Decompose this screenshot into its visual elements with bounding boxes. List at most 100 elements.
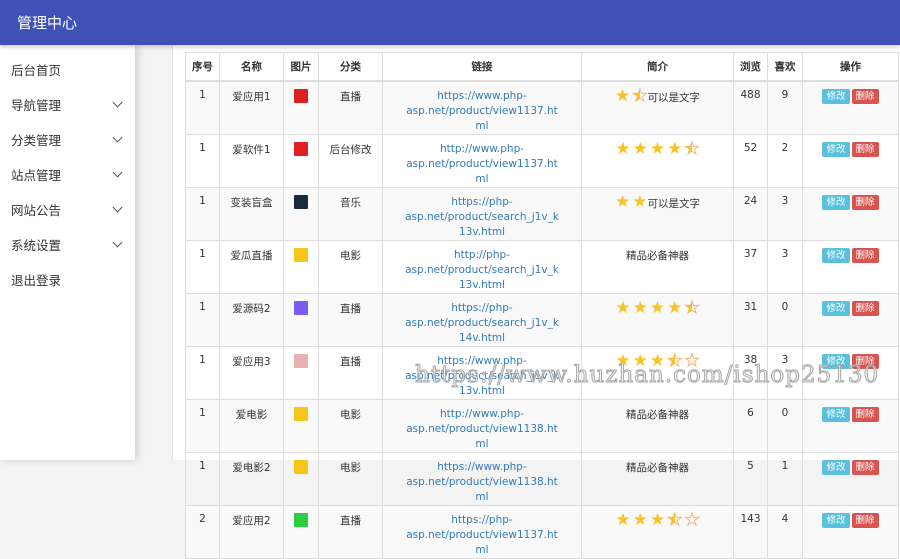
row-actions: 修改 删除 bbox=[802, 186, 899, 241]
star-icon: ★ bbox=[632, 138, 648, 159]
row-link[interactable]: https://www.php-asp.net/product/view1137… bbox=[402, 89, 562, 134]
star-icon: ★ bbox=[649, 509, 666, 530]
delete-button[interactable]: 删除 bbox=[851, 300, 879, 316]
star-icon: ★ bbox=[615, 509, 631, 530]
sidebar-item-4[interactable]: 网站公告 bbox=[0, 192, 135, 227]
row-views: 37 bbox=[733, 239, 768, 294]
sidebar-item-2[interactable]: 分类管理 bbox=[0, 122, 135, 157]
row-picture-cell bbox=[283, 398, 319, 453]
row-link[interactable]: http://www.php-asp.net/product/view1137.… bbox=[402, 142, 562, 187]
star-icon: ★ bbox=[684, 299, 700, 317]
row-views: 143 bbox=[733, 504, 768, 559]
star-icon: ★ bbox=[615, 85, 631, 106]
sidebar-item-6[interactable]: 退出登录 bbox=[0, 262, 135, 297]
edit-button[interactable]: 修改 bbox=[822, 247, 850, 263]
table-row: 1 爱瓜直播 电影 http://php-asp.net/product/sea… bbox=[185, 239, 899, 294]
row-intro-cell: ★★可以是文字 bbox=[581, 186, 734, 241]
table-row: 1 变装盲盒 音乐 https://php-asp.net/product/se… bbox=[185, 186, 899, 241]
edit-button[interactable]: 修改 bbox=[822, 353, 850, 369]
star-icon: ★ bbox=[667, 352, 683, 370]
sidebar-item-label: 退出登录 bbox=[11, 273, 62, 288]
sidebar-item-label: 导航管理 bbox=[11, 98, 62, 113]
column-header: 操作 bbox=[802, 52, 899, 82]
row-picture-cell bbox=[283, 504, 319, 559]
star-icon: ★ bbox=[632, 87, 648, 105]
chevron-down-icon bbox=[112, 202, 123, 213]
row-views: 6 bbox=[733, 398, 768, 453]
delete-button[interactable]: 删除 bbox=[851, 512, 879, 528]
row-picture-cell bbox=[283, 186, 319, 241]
column-header: 链接 bbox=[382, 52, 582, 82]
row-picture-cell bbox=[283, 80, 319, 135]
row-picture-cell bbox=[283, 345, 319, 400]
column-header: 简介 bbox=[581, 52, 734, 82]
star-icon: ★ bbox=[684, 350, 700, 371]
column-header: 图片 bbox=[283, 52, 319, 82]
sidebar-item-5[interactable]: 系统设置 bbox=[0, 227, 135, 262]
app-thumbnail-icon bbox=[294, 300, 308, 315]
row-link-cell: https://php-asp.net/product/search_j1v_k… bbox=[382, 186, 582, 241]
row-name: 爱瓜直播 bbox=[219, 239, 284, 294]
row-views: 38 bbox=[733, 345, 768, 400]
row-link[interactable]: https://php-asp.net/product/search_j1v_k… bbox=[402, 301, 562, 346]
edit-button[interactable]: 修改 bbox=[822, 406, 850, 422]
delete-button[interactable]: 删除 bbox=[851, 353, 879, 369]
rating-stars: ★ ★ ★ ★ ★ bbox=[615, 350, 700, 371]
top-header: 管理中心 bbox=[0, 0, 900, 45]
table-row: 1 爱应用1 直播 https://www.php-asp.net/produc… bbox=[185, 80, 899, 135]
row-link[interactable]: https://php-asp.net/product/view1137.htm… bbox=[402, 513, 562, 558]
row-link-cell: http://www.php-asp.net/product/view1138.… bbox=[382, 398, 582, 453]
table-row: 1 爱电影 电影 http://www.php-asp.net/product/… bbox=[185, 398, 899, 453]
row-intro-cell: ★ ★ ★ ★ ★ bbox=[581, 133, 734, 188]
column-header: 分类 bbox=[318, 52, 383, 82]
row-category: 直播 bbox=[318, 80, 383, 135]
row-views: 24 bbox=[733, 186, 768, 241]
app-thumbnail-icon bbox=[294, 406, 308, 421]
row-id: 2 bbox=[185, 504, 220, 559]
row-likes: 3 bbox=[767, 345, 803, 400]
app-thumbnail-icon bbox=[294, 459, 308, 474]
row-category: 直播 bbox=[318, 504, 383, 559]
row-link[interactable]: https://www.php-asp.net/product/search_j… bbox=[402, 354, 562, 399]
edit-button[interactable]: 修改 bbox=[822, 300, 850, 316]
row-intro-cell: 精品必备神器 bbox=[581, 398, 734, 453]
edit-button[interactable]: 修改 bbox=[822, 512, 850, 528]
row-intro: 精品必备神器 bbox=[626, 408, 689, 421]
star-icon: ★ bbox=[684, 140, 700, 158]
row-link[interactable]: https://php-asp.net/product/search_j1v_k… bbox=[402, 195, 562, 240]
edit-button[interactable]: 修改 bbox=[822, 459, 850, 475]
star-icon: ★ bbox=[649, 297, 666, 318]
row-link[interactable]: http://www.php-asp.net/product/view1138.… bbox=[402, 407, 562, 452]
star-icon: ★ bbox=[667, 138, 683, 159]
delete-button[interactable]: 删除 bbox=[851, 141, 879, 157]
edit-button[interactable]: 修改 bbox=[822, 194, 850, 210]
table-row: 2 爱应用2 直播 https://php-asp.net/product/vi… bbox=[185, 504, 899, 559]
row-name: 爱电影 bbox=[219, 398, 284, 453]
sidebar-item-label: 后台首页 bbox=[11, 63, 62, 78]
app-thumbnail-icon bbox=[294, 88, 308, 103]
column-header: 序号 bbox=[185, 52, 220, 82]
star-icon: ★ bbox=[667, 297, 683, 318]
delete-button[interactable]: 删除 bbox=[851, 194, 879, 210]
row-link[interactable]: http://php-asp.net/product/search_j1v_k1… bbox=[402, 248, 562, 293]
row-link[interactable]: https://www.php-asp.net/product/view1138… bbox=[402, 460, 562, 505]
chevron-down-icon bbox=[112, 167, 123, 178]
star-icon: ★ bbox=[615, 350, 631, 371]
column-header: 浏览 bbox=[733, 52, 768, 82]
delete-button[interactable]: 删除 bbox=[851, 406, 879, 422]
edit-button[interactable]: 修改 bbox=[822, 141, 850, 157]
delete-button[interactable]: 删除 bbox=[851, 88, 879, 104]
row-link-cell: https://www.php-asp.net/product/view1137… bbox=[382, 80, 582, 135]
sidebar-item-0[interactable]: 后台首页 bbox=[0, 52, 135, 87]
delete-button[interactable]: 删除 bbox=[851, 459, 879, 475]
sidebar-item-1[interactable]: 导航管理 bbox=[0, 87, 135, 122]
edit-button[interactable]: 修改 bbox=[822, 88, 850, 104]
row-actions: 修改 删除 bbox=[802, 504, 899, 559]
sidebar-item-3[interactable]: 站点管理 bbox=[0, 157, 135, 192]
star-icon: ★ bbox=[615, 297, 631, 318]
sidebar-item-label: 系统设置 bbox=[11, 238, 62, 253]
delete-button[interactable]: 删除 bbox=[851, 247, 879, 263]
row-actions: 修改 删除 bbox=[802, 80, 899, 135]
row-id: 1 bbox=[185, 345, 220, 400]
row-actions: 修改 删除 bbox=[802, 398, 899, 453]
